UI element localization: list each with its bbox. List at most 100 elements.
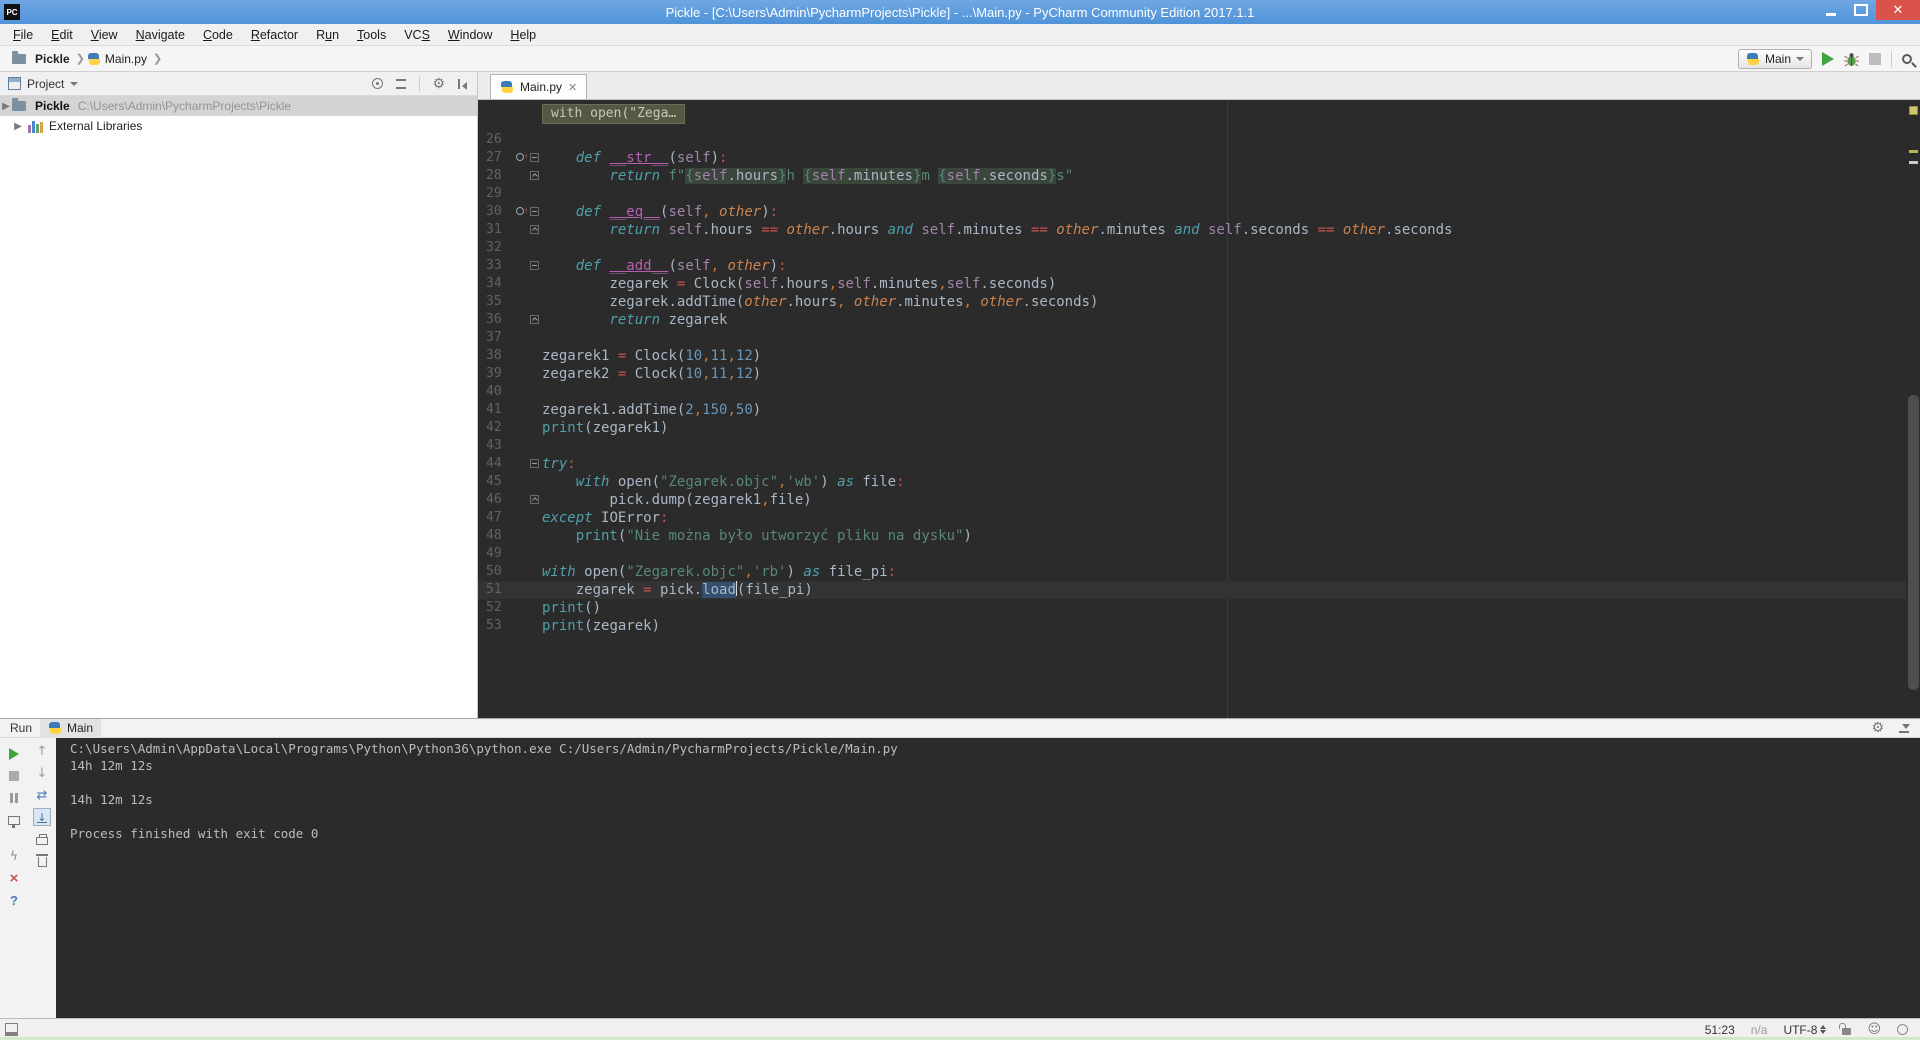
- code-line-50[interactable]: 50 with open("Zegarek.objc",'rb') as file…: [478, 563, 1906, 581]
- hector-inspector-icon[interactable]: ☺: [1867, 1022, 1881, 1037]
- code-line-43[interactable]: 43: [478, 437, 1906, 455]
- menu-tools[interactable]: Tools: [348, 24, 395, 46]
- close-button[interactable]: ✕: [1876, 0, 1920, 20]
- code-line-48[interactable]: 48 print("Nie można było utworzyć pliku …: [478, 527, 1906, 545]
- code-line-51[interactable]: 51 zegarek = pick.load(file_pi): [478, 581, 1906, 599]
- override-method-icon[interactable]: [516, 148, 528, 166]
- menu-help[interactable]: Help: [501, 24, 545, 46]
- code-line-40[interactable]: 40: [478, 383, 1906, 401]
- code-line-36[interactable]: 36 return zegarek: [478, 311, 1906, 329]
- editor-scrollbar[interactable]: [1906, 100, 1920, 718]
- gear-icon[interactable]: ⚙: [432, 77, 445, 91]
- hide-panel-icon[interactable]: [1898, 722, 1910, 734]
- fold-marker[interactable]: [530, 315, 539, 324]
- code-line-38[interactable]: 38 zegarek1 = Clock(10,11,12): [478, 347, 1906, 365]
- restore-layout-icon[interactable]: ⇄: [31, 784, 53, 806]
- code-line-34[interactable]: 34 zegarek = Clock(self.hours,self.minut…: [478, 275, 1906, 293]
- menu-file[interactable]: File: [4, 24, 42, 46]
- collapse-all-icon[interactable]: [395, 78, 407, 90]
- tree-item-external-libraries[interactable]: ▶ External Libraries: [0, 116, 477, 136]
- chevron-down-icon[interactable]: [70, 81, 79, 86]
- gear-icon[interactable]: ⚙: [1871, 721, 1884, 735]
- minimize-button[interactable]: [1816, 0, 1846, 20]
- code-line-44[interactable]: 44 try:: [478, 455, 1906, 473]
- fold-marker[interactable]: [530, 261, 539, 270]
- menu-code[interactable]: Code: [194, 24, 242, 46]
- console-output[interactable]: C:\Users\Admin\AppData\Local\Programs\Py…: [56, 738, 1920, 1018]
- expand-arrow-icon[interactable]: ▶: [12, 121, 24, 132]
- run-tab-main[interactable]: Main: [40, 718, 102, 738]
- stop-button[interactable]: [3, 765, 25, 787]
- unlock-icon[interactable]: [1839, 1023, 1852, 1035]
- code-line-30[interactable]: 30 def __eq__(self, other):: [478, 202, 1906, 221]
- project-tree-root[interactable]: ▶ Pickle C:\Users\Admin\PycharmProjects\…: [0, 96, 477, 116]
- pause-output-button[interactable]: [3, 787, 25, 809]
- fold-marker[interactable]: [530, 153, 539, 162]
- code-line-29[interactable]: 29: [478, 185, 1906, 203]
- toolwindow-switcher-icon[interactable]: [5, 1023, 18, 1036]
- menu-window[interactable]: Window: [439, 24, 501, 46]
- code-line-42[interactable]: 42 print(zegarek1): [478, 419, 1906, 437]
- help-button[interactable]: ?: [3, 889, 25, 911]
- maximize-button[interactable]: [1846, 0, 1876, 20]
- highlighting-scope-status[interactable]: n/a: [1751, 1023, 1768, 1037]
- fold-marker[interactable]: [530, 171, 539, 180]
- menu-vcs[interactable]: VCS: [395, 24, 439, 46]
- breadcrumb-project[interactable]: Pickle: [35, 52, 70, 66]
- fold-marker[interactable]: [530, 225, 539, 234]
- run-configuration-select[interactable]: Main: [1737, 49, 1812, 69]
- event-log-icon[interactable]: [1897, 1024, 1908, 1035]
- override-method-icon[interactable]: [516, 202, 528, 220]
- menu-edit[interactable]: Edit: [42, 24, 82, 46]
- code-line-46[interactable]: 46 pick.dump(zegarek1,file): [478, 491, 1906, 509]
- code-line-53[interactable]: 53 print(zegarek): [478, 617, 1906, 635]
- menu-navigate[interactable]: Navigate: [127, 24, 194, 46]
- caret-position-status[interactable]: 51:23: [1705, 1023, 1735, 1037]
- code-line-33[interactable]: 33 def __add__(self, other):: [478, 257, 1906, 275]
- down-stack-trace-icon[interactable]: ↓: [31, 762, 53, 784]
- expand-arrow-icon[interactable]: ▶: [0, 101, 12, 112]
- inspection-indicator[interactable]: [1909, 106, 1918, 115]
- fold-marker[interactable]: [530, 459, 539, 468]
- code-line-27[interactable]: 27 def __str__(self):: [478, 148, 1906, 167]
- code-line-52[interactable]: 52 print(): [478, 599, 1906, 617]
- fold-marker[interactable]: [530, 495, 539, 504]
- run-panel-title[interactable]: Run: [10, 721, 32, 735]
- command-prompt-icon[interactable]: ϟ: [3, 845, 25, 867]
- fold-marker[interactable]: [530, 207, 539, 216]
- code-editor[interactable]: with open("Zega… 2627 def __str__(self):…: [478, 100, 1920, 718]
- code-line-49[interactable]: 49: [478, 545, 1906, 563]
- menu-refactor[interactable]: Refactor: [242, 24, 307, 46]
- close-tab-icon[interactable]: ✕: [568, 81, 577, 94]
- print-icon[interactable]: [31, 828, 53, 850]
- run-button[interactable]: [1822, 52, 1834, 66]
- code-line-28[interactable]: 28 return f"{self.hours}h {self.minutes}…: [478, 167, 1906, 185]
- stripe-mark[interactable]: [1909, 161, 1918, 164]
- breadcrumb-file[interactable]: Main.py: [105, 52, 147, 66]
- debug-button[interactable]: [1844, 52, 1859, 67]
- code-line-35[interactable]: 35 zegarek.addTime(other.hours, other.mi…: [478, 293, 1906, 311]
- tab-main-py[interactable]: Main.py ✕: [490, 74, 588, 99]
- scroll-to-end-toggle[interactable]: ↓: [31, 806, 53, 828]
- stop-button[interactable]: [1869, 53, 1881, 65]
- code-line-47[interactable]: 47 except IOError:: [478, 509, 1906, 527]
- up-stack-trace-icon[interactable]: ↑: [31, 740, 53, 762]
- hide-panel-icon[interactable]: [457, 78, 469, 90]
- clear-console-icon[interactable]: [31, 850, 53, 872]
- code-line-41[interactable]: 41 zegarek1.addTime(2,150,50): [478, 401, 1906, 419]
- encoding-status[interactable]: UTF-8: [1783, 1023, 1827, 1037]
- code-line-31[interactable]: 31 return self.hours == other.hours and …: [478, 221, 1906, 239]
- rerun-button[interactable]: [3, 743, 25, 765]
- show-console-button[interactable]: [3, 809, 25, 831]
- warning-stripe-mark[interactable]: [1909, 150, 1918, 153]
- code-line-39[interactable]: 39 zegarek2 = Clock(10,11,12): [478, 365, 1906, 383]
- close-panel-button[interactable]: ×: [3, 867, 25, 889]
- search-everywhere-icon[interactable]: [1902, 54, 1912, 64]
- code-line-45[interactable]: 45 with open("Zegarek.objc",'wb') as fil…: [478, 473, 1906, 491]
- code-line-32[interactable]: 32: [478, 239, 1906, 257]
- code-line-26[interactable]: 26: [478, 131, 1906, 149]
- menu-view[interactable]: View: [82, 24, 127, 46]
- menu-run[interactable]: Run: [307, 24, 348, 46]
- code-line-37[interactable]: 37: [478, 329, 1906, 347]
- project-panel-title[interactable]: Project: [27, 77, 64, 91]
